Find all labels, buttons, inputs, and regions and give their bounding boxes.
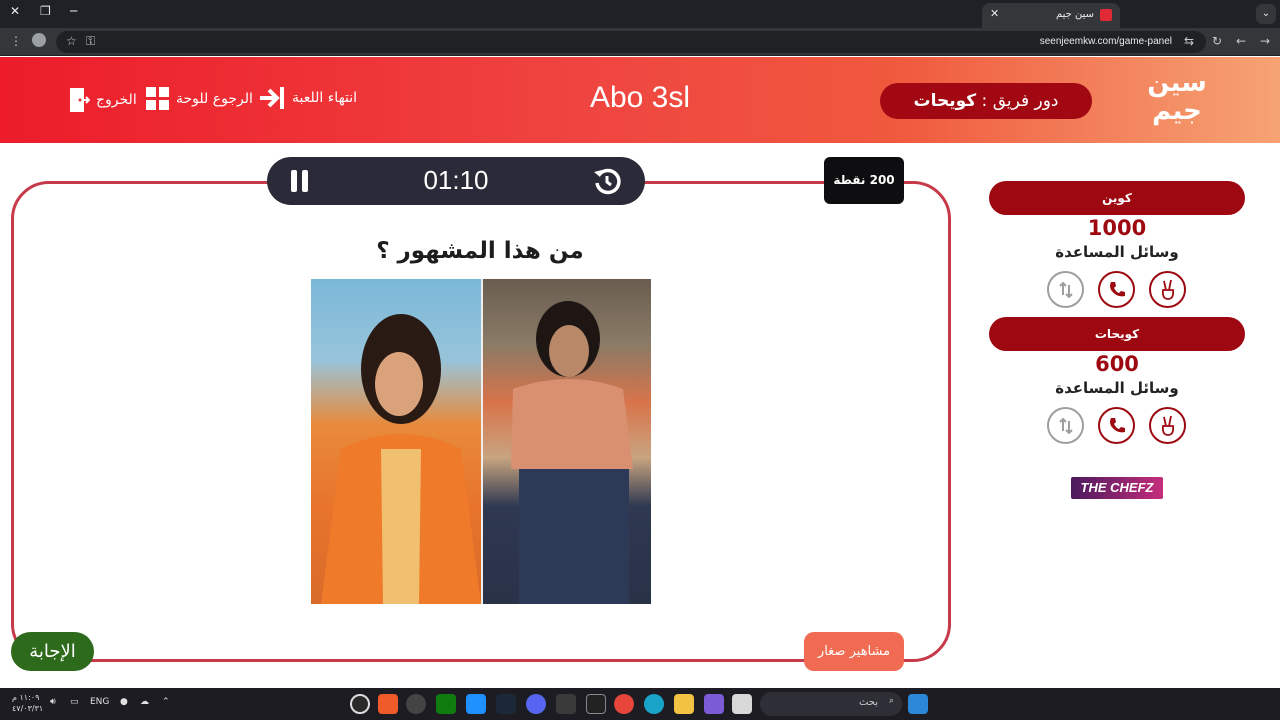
tab-search-icon[interactable]: ⌄ <box>1256 4 1276 24</box>
team1-double-answer-aid[interactable] <box>1149 271 1186 308</box>
photo-right-panel <box>483 279 651 604</box>
taskbar-copilot-icon[interactable] <box>704 694 724 714</box>
timer-display: 01:10 <box>423 165 489 195</box>
seenjeem-logo: سين جيم <box>1147 68 1207 126</box>
tab-title: سين جيم <box>1055 9 1094 20</box>
team2-double-answer-aid[interactable] <box>1149 407 1186 444</box>
exit-door-icon <box>70 88 90 112</box>
taskbar-discord-icon[interactable] <box>526 694 546 714</box>
end-game-label: انتهاء اللعبة <box>292 90 358 106</box>
taskbar-steam-icon[interactable] <box>496 694 516 714</box>
taskbar-chrome-icon[interactable] <box>614 694 634 714</box>
taskbar-app-blue-icon[interactable] <box>466 694 486 714</box>
sponsor-logo: THE CHEFZ <box>1071 477 1163 499</box>
taskbar-date[interactable]: ٤٧/٠٣/٣١ <box>12 704 43 713</box>
team-turn-indicator: دور فريق : كويحات <box>880 83 1092 119</box>
browser-menu-icon[interactable]: ⋮ <box>10 34 22 48</box>
browser-tab-bar: ✕ ❐ ─ + ✕ سين جيم ⌄ <box>0 0 1280 28</box>
team1-name-pill: كوين <box>989 181 1245 215</box>
browser-toolbar: ⋮ ☆ ⚿ seenjeemkw.com/game-panel ⇆ ↻ ← → <box>0 28 1280 56</box>
team2-swap-aid[interactable] <box>1047 407 1084 444</box>
turn-team-name: كويحات <box>913 91 977 111</box>
close-tab-icon[interactable]: ✕ <box>990 7 999 20</box>
taskbar-clock[interactable]: ١١:٠٩ م <box>12 693 39 702</box>
reload-icon[interactable]: ↻ <box>1212 34 1222 48</box>
bookmark-star-icon[interactable]: ☆ <box>66 34 77 48</box>
points-badge: 200 نقطة <box>824 157 904 204</box>
end-game-arrow-icon <box>260 87 284 109</box>
phone-icon <box>1109 417 1125 432</box>
question-text: من هذا المشهور ؟ <box>376 238 584 264</box>
team1-score: 1000 <box>1087 216 1147 240</box>
language-indicator[interactable]: ENG <box>90 697 109 707</box>
reset-timer-icon[interactable] <box>593 167 621 195</box>
tray-overflow-icon[interactable]: ⌃ <box>162 697 170 707</box>
search-icon: ⌕ <box>888 696 894 706</box>
back-icon[interactable]: → <box>1260 34 1270 48</box>
taskbar-edge-icon[interactable] <box>644 694 664 714</box>
end-game-button[interactable]: انتهاء اللعبة <box>258 87 357 109</box>
browser-tab-active[interactable]: ✕ سين جيم <box>982 3 1120 28</box>
volume-icon[interactable]: 🔊︎ <box>50 697 56 707</box>
restore-window-icon[interactable]: ❐ <box>40 4 51 18</box>
team1-swap-aid[interactable] <box>1047 271 1084 308</box>
swap-turn-icon <box>1058 417 1073 434</box>
onedrive-icon[interactable]: ☁ <box>140 697 149 707</box>
victory-hand-icon <box>1161 279 1174 300</box>
game-header: سين جيم دور فريق : كويحات Abo 3sl انتهاء… <box>0 57 1280 143</box>
windows-start-icon[interactable] <box>908 694 928 714</box>
microphone-icon[interactable]: ● <box>120 697 128 707</box>
turn-prefix: دور فريق : <box>976 91 1059 111</box>
exit-button[interactable]: الخروج <box>68 87 137 113</box>
timer-bar: 01:10 <box>267 157 645 205</box>
site-settings-icon[interactable]: ⇆ <box>1184 34 1194 48</box>
taskbar-store-icon[interactable] <box>556 694 576 714</box>
show-answer-button[interactable]: الإجابة <box>11 632 94 671</box>
phone-icon <box>1109 281 1125 296</box>
taskbar-app-settings-icon[interactable] <box>350 694 370 714</box>
swap-turn-icon <box>1058 281 1073 298</box>
forward-icon[interactable]: ← <box>1236 34 1246 48</box>
network-icon[interactable]: ▭ <box>70 697 79 707</box>
close-window-icon[interactable]: ✕ <box>10 4 20 18</box>
team2-score: 600 <box>1095 352 1139 376</box>
taskbar-search[interactable]: بحث ⌕ <box>760 692 902 716</box>
exit-label: الخروج <box>96 92 137 108</box>
photo-left-panel <box>311 279 481 604</box>
taskbar-epic-icon[interactable] <box>586 694 606 714</box>
team1-help-label: وسائل المساعدة <box>1055 243 1179 261</box>
back-to-board-label: الرجوع للوحة <box>176 91 253 107</box>
site-favicon-icon <box>1100 9 1112 21</box>
team1-call-friend-aid[interactable] <box>1098 271 1135 308</box>
back-to-board-button[interactable]: الرجوع للوحة <box>146 87 253 111</box>
team2-name-pill: كويحات <box>989 317 1245 351</box>
game-title: Abo 3sl <box>589 81 691 114</box>
victory-hand-icon <box>1161 415 1174 436</box>
taskbar-explorer-icon[interactable] <box>674 694 694 714</box>
team2-call-friend-aid[interactable] <box>1098 407 1135 444</box>
taskbar-widget-icon[interactable] <box>732 694 752 714</box>
team2-help-label: وسائل المساعدة <box>1055 379 1179 397</box>
question-image <box>311 279 651 604</box>
url-text[interactable]: seenjeemkw.com/game-panel <box>1040 36 1172 47</box>
taskbar-search-label: بحث <box>858 697 878 708</box>
taskbar-brave-icon[interactable] <box>378 694 398 714</box>
minimize-window-icon[interactable]: ─ <box>70 4 77 18</box>
password-key-icon[interactable]: ⚿ <box>86 34 95 49</box>
taskbar-app-icon[interactable] <box>406 694 426 714</box>
taskbar-xbox-icon[interactable] <box>436 694 456 714</box>
os-taskbar: ١١:٠٩ م ٤٧/٠٣/٣١ 🔊︎ ▭ ENG ● ☁ ⌃ بحث ⌕ <box>0 688 1280 720</box>
board-grid-icon <box>146 87 169 110</box>
profile-avatar[interactable] <box>32 33 46 47</box>
category-badge: مشاهير صغار <box>804 632 904 671</box>
address-bar[interactable]: ☆ ⚿ seenjeemkw.com/game-panel ⇆ <box>56 31 1206 53</box>
